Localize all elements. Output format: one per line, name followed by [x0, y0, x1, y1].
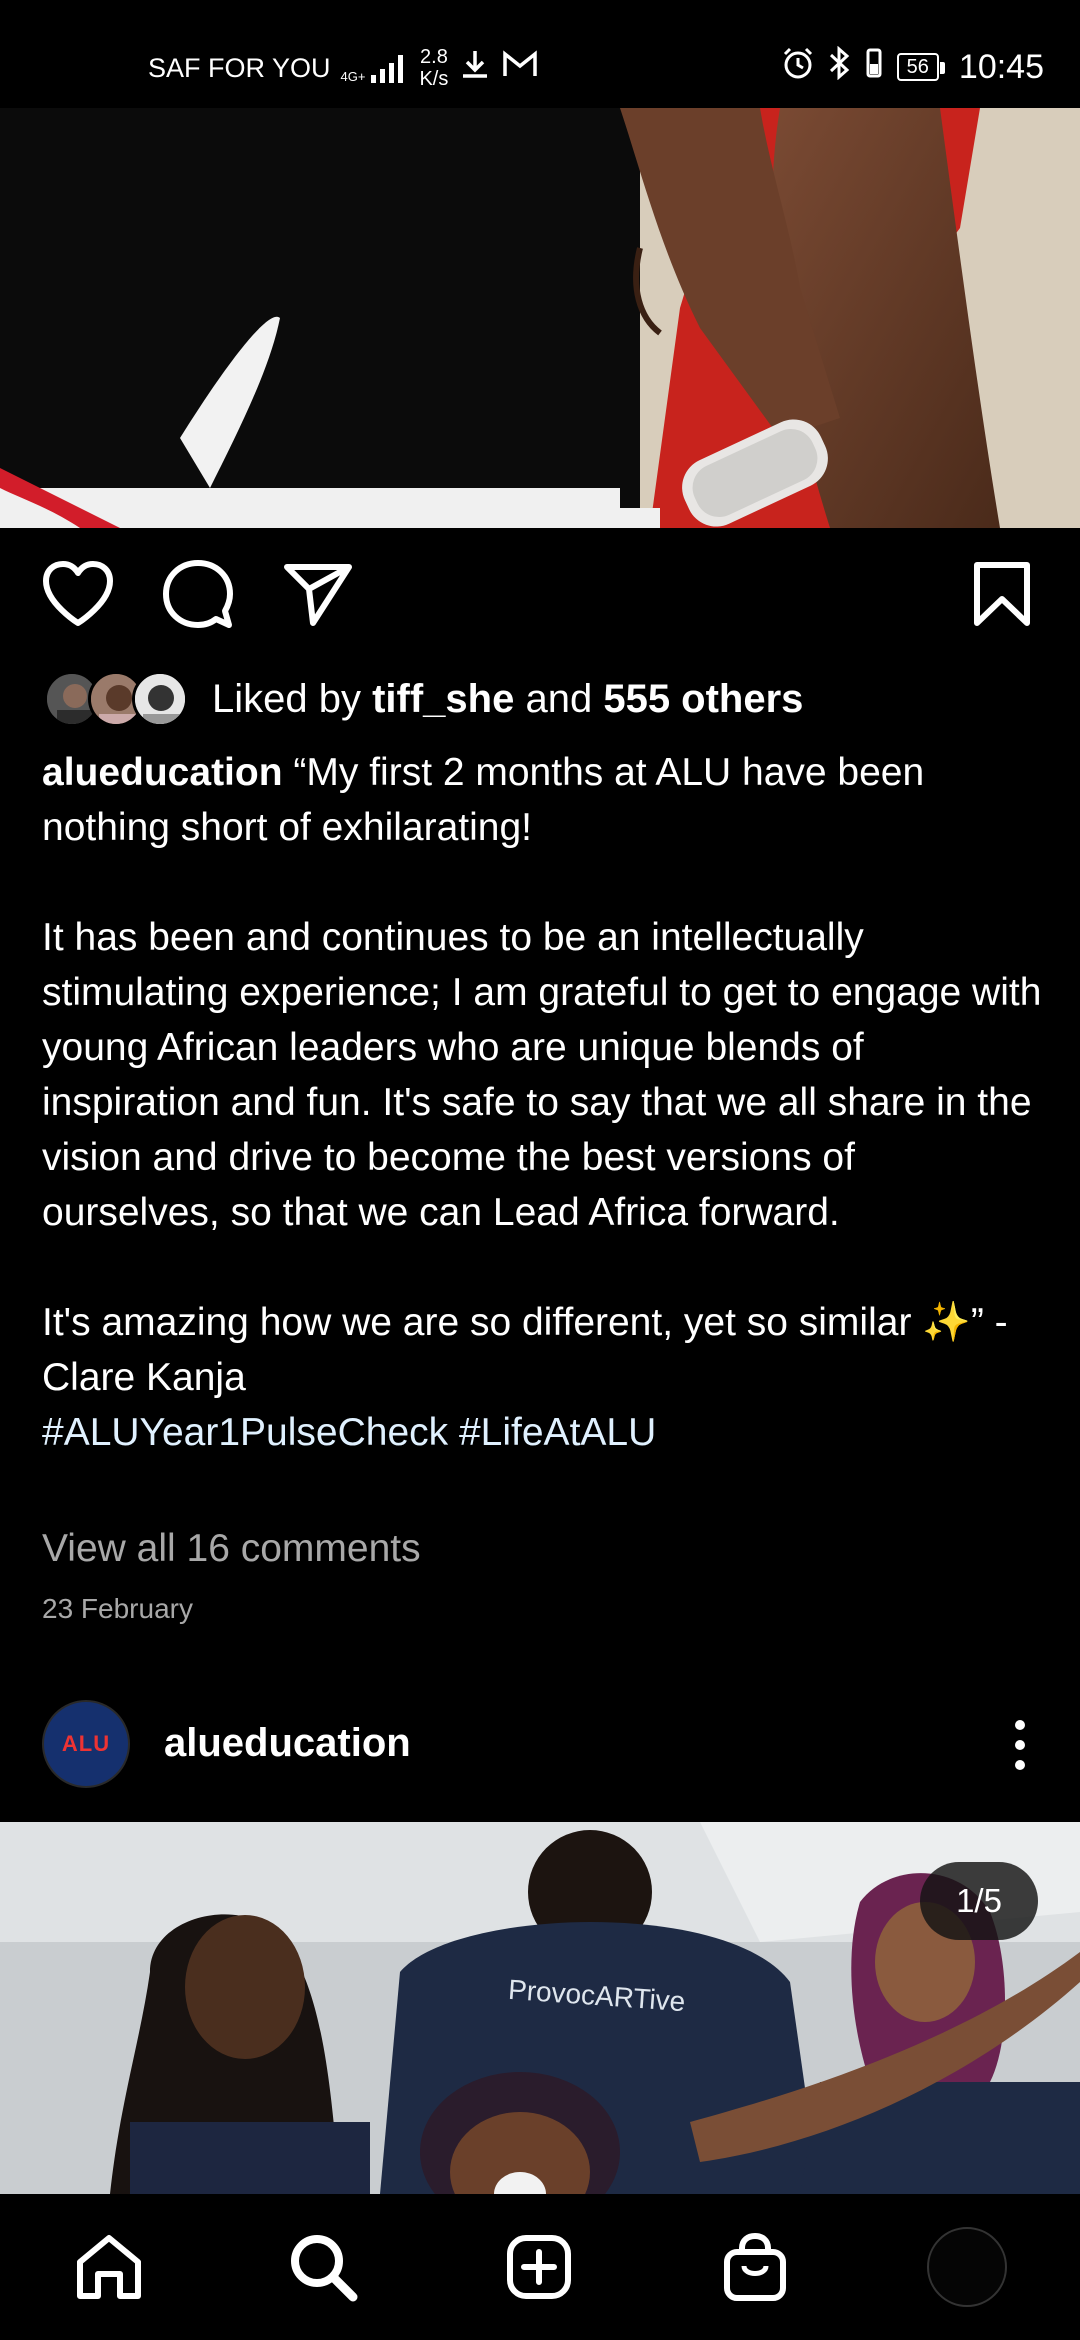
post-username[interactable]: alueducation: [164, 1721, 411, 1766]
avatar: [132, 671, 188, 727]
caption-hashtags[interactable]: #ALUYear1PulseCheck #LifeAtALU: [42, 1405, 1042, 1460]
home-icon: [77, 2235, 141, 2299]
share-button[interactable]: [280, 556, 356, 632]
avatar[interactable]: ALU: [42, 1700, 130, 1788]
speed-value: 2.8: [420, 46, 448, 68]
status-right: 56 10:45: [781, 45, 1044, 88]
alarm-icon: [781, 46, 815, 88]
status-bar: SAF FOR YOU 4G+ 2.8 K/s 56 10:45: [0, 0, 1080, 108]
next-post-header: ALU alueducation: [0, 1695, 1080, 1795]
caption-paragraph-2: It has been and continues to be an intel…: [42, 916, 1042, 1234]
more-vertical-icon: [1015, 1720, 1025, 1770]
vibrate-icon: [863, 46, 885, 88]
caption-paragraph-1: alueducation “My first 2 months at ALU h…: [42, 745, 1042, 855]
caption-paragraph-3: It's amazing how we are so different, ye…: [42, 1301, 1008, 1399]
like-button[interactable]: [40, 556, 116, 632]
likes-summary[interactable]: Liked by tiff_she and 555 others: [44, 668, 803, 730]
bottom-nav: [0, 2194, 1080, 2340]
post-caption: alueducation “My first 2 months at ALU h…: [42, 745, 1042, 1460]
network-speed: 2.8 K/s: [419, 46, 448, 90]
bluetooth-icon: [827, 45, 851, 88]
clock: 10:45: [958, 47, 1044, 86]
nav-search[interactable]: [278, 2222, 368, 2312]
liker-avatars: [44, 671, 192, 727]
comment-icon: [163, 560, 233, 628]
network-type: 4G+: [340, 69, 366, 84]
comment-button[interactable]: [160, 556, 236, 632]
view-all-comments-link[interactable]: View all 16 comments: [42, 1527, 421, 1571]
liked-by-mid: and: [514, 676, 604, 721]
shop-bag-icon: [724, 2232, 786, 2301]
avatar-logo-text: ALU: [61, 1731, 111, 1756]
save-button[interactable]: [964, 556, 1040, 632]
nav-create[interactable]: [494, 2222, 584, 2312]
gmail-icon: [502, 50, 538, 86]
signal-icon: 4G+: [341, 53, 410, 83]
post-image[interactable]: [0, 108, 1080, 528]
status-left: SAF FOR YOU 4G+ 2.8 K/s: [148, 46, 538, 90]
carousel-counter: 1/5: [920, 1862, 1038, 1940]
likes-text: Liked by tiff_she and 555 others: [212, 677, 803, 722]
download-icon: [458, 47, 492, 89]
carrier-name: SAF FOR YOU: [148, 52, 331, 83]
nav-home[interactable]: [64, 2222, 154, 2312]
nav-shop[interactable]: [710, 2222, 800, 2312]
add-post-icon: [507, 2235, 571, 2299]
nav-profile[interactable]: [922, 2222, 1012, 2312]
search-icon: [291, 2235, 358, 2302]
bookmark-icon: [974, 562, 1030, 626]
post-image[interactable]: ProvocARTive 1/5: [0, 1822, 1080, 2194]
liked-by-prefix: Liked by: [212, 676, 373, 721]
avatar: [927, 2227, 1007, 2307]
liked-by-count[interactable]: 555 others: [603, 677, 803, 721]
post-date: 23 February: [42, 1593, 193, 1624]
speed-unit: K/s: [419, 68, 449, 90]
more-options-button[interactable]: [990, 1709, 1050, 1781]
battery-indicator: 56: [896, 53, 946, 81]
liked-by-user[interactable]: tiff_she: [372, 677, 514, 721]
caption-username[interactable]: alueducation: [42, 751, 283, 794]
send-icon: [284, 564, 352, 626]
post-actions: [0, 556, 1080, 636]
heart-icon: [43, 561, 113, 626]
